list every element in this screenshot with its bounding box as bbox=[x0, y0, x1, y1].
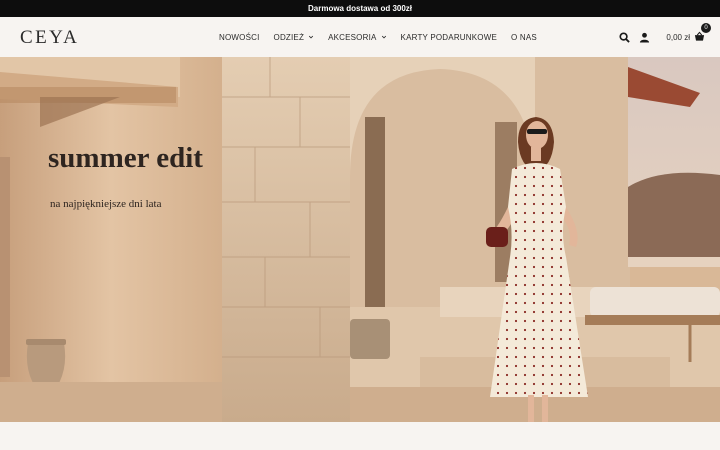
main-nav: NOWOŚCI ODZIEŻ AKCESORIA KARTY PODARUNKO… bbox=[219, 17, 551, 57]
announcement-bar: Darmowa dostawa od 300zł bbox=[0, 0, 720, 17]
nav-item-akcesoria[interactable]: AKCESORIA bbox=[328, 33, 386, 42]
chevron-down-icon bbox=[308, 35, 314, 39]
hero-title: summer edit bbox=[48, 142, 203, 174]
hero-image bbox=[0, 57, 720, 422]
basket-icon: 0 bbox=[694, 23, 711, 43]
nav-item-karty-podarunkowe[interactable]: KARTY PODARUNKOWE bbox=[401, 33, 497, 42]
announcement-text: Darmowa dostawa od 300zł bbox=[307, 4, 413, 13]
nav-item-label: AKCESORIA bbox=[328, 32, 377, 42]
search-icon[interactable] bbox=[616, 29, 632, 45]
cart-count-badge: 0 bbox=[701, 23, 711, 33]
cart-total: 0,00 zł bbox=[666, 32, 690, 42]
logo[interactable]: CEYA bbox=[20, 27, 79, 49]
nav-item-label: O NAS bbox=[511, 32, 537, 42]
nav-item-label: KARTY PODARUNKOWE bbox=[400, 32, 498, 42]
nav-item-label: NOWOŚCI bbox=[219, 32, 260, 42]
hero-subtitle: na najpiękniejsze dni lata bbox=[50, 198, 162, 210]
header-actions: 0,00 zł 0 bbox=[612, 17, 711, 57]
chevron-down-icon bbox=[381, 35, 386, 39]
user-icon[interactable] bbox=[636, 29, 652, 45]
cart-button[interactable]: 0,00 zł 0 bbox=[666, 23, 711, 43]
site-header: CEYA NOWOŚCI ODZIEŻ AKCESORIA KARTY PODA… bbox=[0, 17, 720, 57]
nav-item-label: ODZIEŻ bbox=[273, 32, 305, 42]
hero-banner[interactable]: summer edit na najpiękniejsze dni lata bbox=[0, 57, 720, 422]
page-content-start bbox=[0, 422, 720, 450]
nav-item-odziez[interactable]: ODZIEŻ bbox=[274, 33, 315, 42]
nav-item-nowosci[interactable]: NOWOŚCI bbox=[219, 33, 260, 42]
nav-item-o-nas[interactable]: O NAS bbox=[511, 33, 537, 42]
